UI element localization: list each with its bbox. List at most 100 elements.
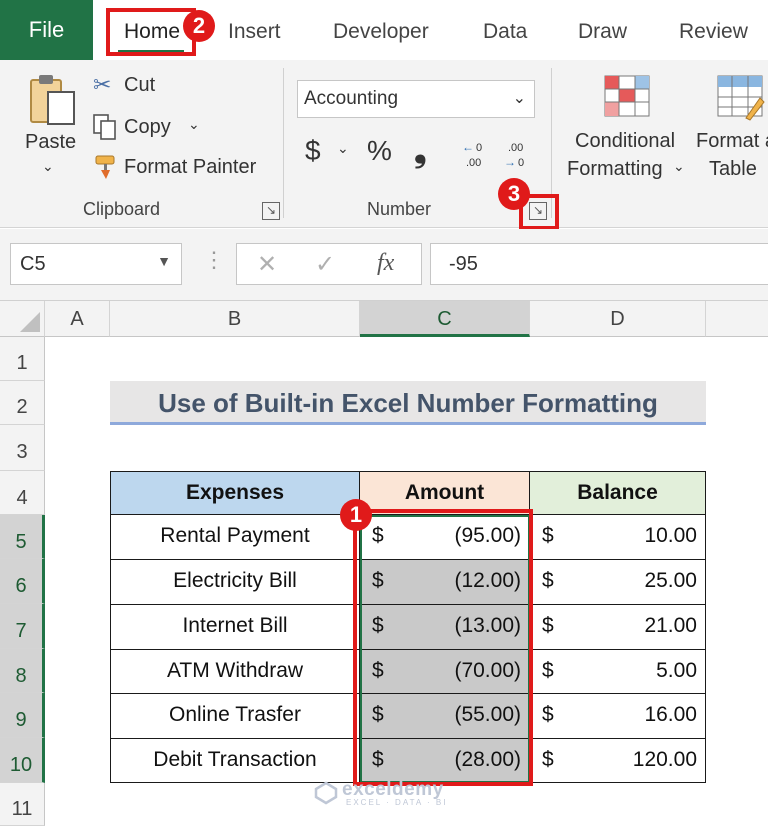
currency-symbol: $	[542, 748, 554, 771]
balance-value: 16.00	[644, 703, 697, 726]
balance-value: 21.00	[644, 614, 697, 637]
percent-style-icon[interactable]: %	[367, 135, 392, 167]
conditional-formatting-label-1: Conditional	[575, 130, 676, 152]
svg-text:.00: .00	[466, 157, 481, 169]
column-header-a[interactable]: A	[45, 301, 110, 337]
table-row-expense[interactable]: Internet Bill	[110, 604, 360, 650]
paste-chevron-icon[interactable]: ⌄	[42, 158, 54, 175]
balance-cell[interactable]: $ 21.00	[529, 604, 706, 650]
format-table-label-2: Table	[709, 158, 757, 180]
balance-cell[interactable]: $ 16.00	[529, 693, 706, 739]
group-divider	[283, 68, 284, 218]
copy-icon	[93, 114, 116, 140]
table-row-expense[interactable]: Electricity Bill	[110, 559, 360, 605]
formula-value: -95	[449, 253, 478, 275]
row-header[interactable]: 10	[0, 738, 45, 783]
balance-value: 10.00	[644, 524, 697, 547]
scissors-icon: ✂	[93, 72, 112, 97]
clipboard-launcher-icon[interactable]: ↘	[262, 202, 280, 220]
column-header-c[interactable]: C	[360, 301, 530, 337]
currency-symbol: $	[542, 614, 554, 637]
header-expenses[interactable]: Expenses	[110, 471, 360, 515]
row-header[interactable]: 5	[0, 515, 45, 559]
row-header[interactable]: 8	[0, 649, 45, 693]
cut-label: Cut	[124, 74, 156, 96]
accounting-format-icon[interactable]: $	[305, 135, 321, 167]
table-row-expense[interactable]: Rental Payment	[110, 514, 360, 560]
currency-symbol: $	[542, 659, 554, 682]
balance-value: 5.00	[656, 659, 697, 682]
balance-value: 25.00	[644, 569, 697, 592]
balance-cell[interactable]: $ 25.00	[529, 559, 706, 605]
balance-cell[interactable]: $ 5.00	[529, 649, 706, 694]
table-row-expense[interactable]: ATM Withdraw	[110, 649, 360, 694]
currency-symbol: $	[542, 569, 554, 592]
decrease-decimal-icon[interactable]: .00 → 0	[502, 138, 534, 170]
row-header[interactable]: 9	[0, 693, 45, 738]
svg-text:←: ←	[462, 140, 474, 154]
number-format-dropdown[interactable]: Accounting ⌄	[297, 80, 535, 118]
row-header[interactable]: 7	[0, 604, 45, 649]
select-all-triangle-icon	[20, 312, 40, 332]
tab-draw[interactable]: Draw	[578, 10, 627, 54]
chevron-down-icon: ⌄	[512, 90, 526, 107]
step-badge-3: 3	[498, 178, 530, 210]
format-as-table-icon	[717, 75, 765, 121]
table-row-expense[interactable]: Online Trasfer	[110, 693, 360, 739]
column-header-e[interactable]	[706, 301, 768, 337]
step-badge-1: 1	[340, 499, 372, 531]
copy-chevron-icon[interactable]: ⌄	[188, 116, 200, 133]
format-painter-icon	[95, 155, 115, 179]
balance-cell[interactable]: $ 10.00	[529, 514, 706, 560]
svg-text:0: 0	[518, 157, 524, 169]
clipboard-group-label: Clipboard	[83, 199, 161, 219]
cancel-icon[interactable]: ✕	[257, 250, 277, 279]
svg-text:0: 0	[476, 142, 482, 154]
row-header[interactable]: 3	[0, 425, 45, 471]
insert-function-icon[interactable]: fx	[377, 250, 394, 277]
tab-insert[interactable]: Insert	[228, 10, 281, 54]
tab-data[interactable]: Data	[483, 10, 527, 54]
exceldemy-logo-icon	[314, 781, 338, 805]
comma-style-icon[interactable]: ❟	[414, 132, 427, 170]
number-group-label: Number	[367, 199, 432, 219]
number-format-value: Accounting	[304, 88, 399, 109]
more-options-icon[interactable]: ⋮	[203, 247, 225, 273]
name-box-value: C5	[20, 253, 46, 275]
enter-check-icon[interactable]: ✓	[315, 250, 335, 279]
tab-file[interactable]: File	[0, 0, 93, 60]
tab-developer[interactable]: Developer	[333, 10, 429, 54]
column-header-d[interactable]: D	[530, 301, 706, 337]
ribbon-home: Paste ⌄ ✂ Cut Copy ⌄ Format Painter Clip…	[0, 60, 768, 228]
select-all-corner[interactable]	[0, 301, 45, 337]
formula-buttons: ✕ ✓ fx	[236, 243, 422, 285]
tab-review[interactable]: Review	[679, 10, 748, 54]
svg-text:→: →	[504, 155, 516, 169]
row-header[interactable]: 1	[0, 337, 45, 381]
header-balance[interactable]: Balance	[529, 471, 706, 515]
name-box[interactable]: C5 ▼	[10, 243, 182, 285]
row-header[interactable]: 4	[0, 471, 45, 515]
column-header-b[interactable]: B	[110, 301, 360, 337]
svg-text:.00: .00	[508, 142, 523, 154]
conditional-formatting-label-2: Formatting	[567, 158, 663, 180]
table-row-expense[interactable]: Debit Transaction	[110, 738, 360, 783]
sheet-title[interactable]: Use of Built-in Excel Number Formatting	[110, 381, 706, 425]
balance-value: 120.00	[632, 748, 697, 771]
conditional-chevron-icon: ⌄	[673, 158, 685, 174]
conditional-formatting-icon	[604, 75, 650, 117]
row-header[interactable]: 2	[0, 381, 45, 425]
row-header[interactable]: 6	[0, 559, 45, 604]
accounting-chevron-icon[interactable]: ⌄	[337, 140, 349, 157]
copy-label: Copy	[124, 116, 171, 138]
amount-range-highlight	[353, 509, 533, 786]
row-header[interactable]: 11	[0, 783, 45, 826]
increase-decimal-icon[interactable]: ← 0 .00	[460, 138, 492, 170]
caret-down-icon[interactable]: ▼	[157, 253, 171, 269]
formula-input[interactable]: -95	[430, 243, 768, 285]
step-badge-2: 2	[183, 10, 215, 42]
paste-icon	[30, 75, 75, 125]
balance-cell[interactable]: $ 120.00	[529, 738, 706, 783]
currency-symbol: $	[542, 703, 554, 726]
format-table-label-1: Format a	[696, 130, 768, 152]
